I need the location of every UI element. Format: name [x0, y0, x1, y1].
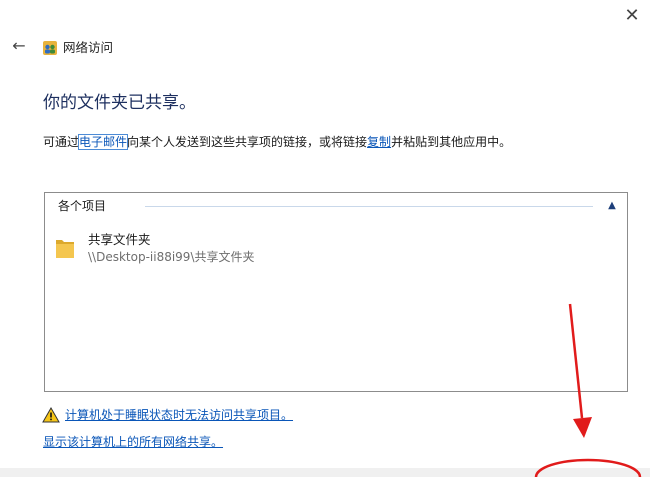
close-button[interactable]: ✕	[620, 4, 644, 28]
close-icon: ✕	[624, 5, 640, 26]
list-item-name: 共享文件夹	[88, 232, 151, 247]
sleep-warning-link[interactable]: 计算机处于睡眠状态时无法访问共享项目。	[65, 407, 293, 423]
email-link[interactable]: 电子邮件	[78, 134, 129, 150]
chevron-up-icon: ▲	[608, 200, 616, 211]
copy-link[interactable]: 复制	[367, 135, 391, 149]
annotation-arrowhead	[573, 417, 592, 438]
description-part2: 向某个人发送到这些共享项的链接，或将链接	[127, 135, 368, 149]
collapse-button[interactable]: ▲	[604, 198, 620, 214]
panel-header: 各个项目	[58, 199, 107, 213]
description-part3: 并粘贴到其他应用中。	[391, 135, 512, 149]
back-button[interactable]: ←	[9, 36, 29, 56]
network-share-icon	[43, 41, 57, 55]
folder-icon	[56, 240, 74, 258]
description-text: 可通过电子邮件向某个人发送到这些共享项的链接，或将链接复制并粘贴到其他应用中。	[43, 134, 511, 150]
panel-divider	[145, 206, 593, 207]
bottom-button-bar	[0, 468, 650, 477]
warning-icon	[42, 407, 60, 423]
page-heading: 你的文件夹已共享。	[43, 93, 196, 113]
list-item-path: \\Desktop-ii88i99\共享文件夹	[88, 250, 255, 264]
show-network-shares-link[interactable]: 显示该计算机上的所有网络共享。	[43, 434, 223, 450]
shared-items-panel	[44, 192, 628, 392]
window-title: 网络访问	[63, 40, 114, 55]
description-part1: 可通过	[43, 135, 80, 149]
back-arrow-icon: ←	[12, 36, 26, 55]
